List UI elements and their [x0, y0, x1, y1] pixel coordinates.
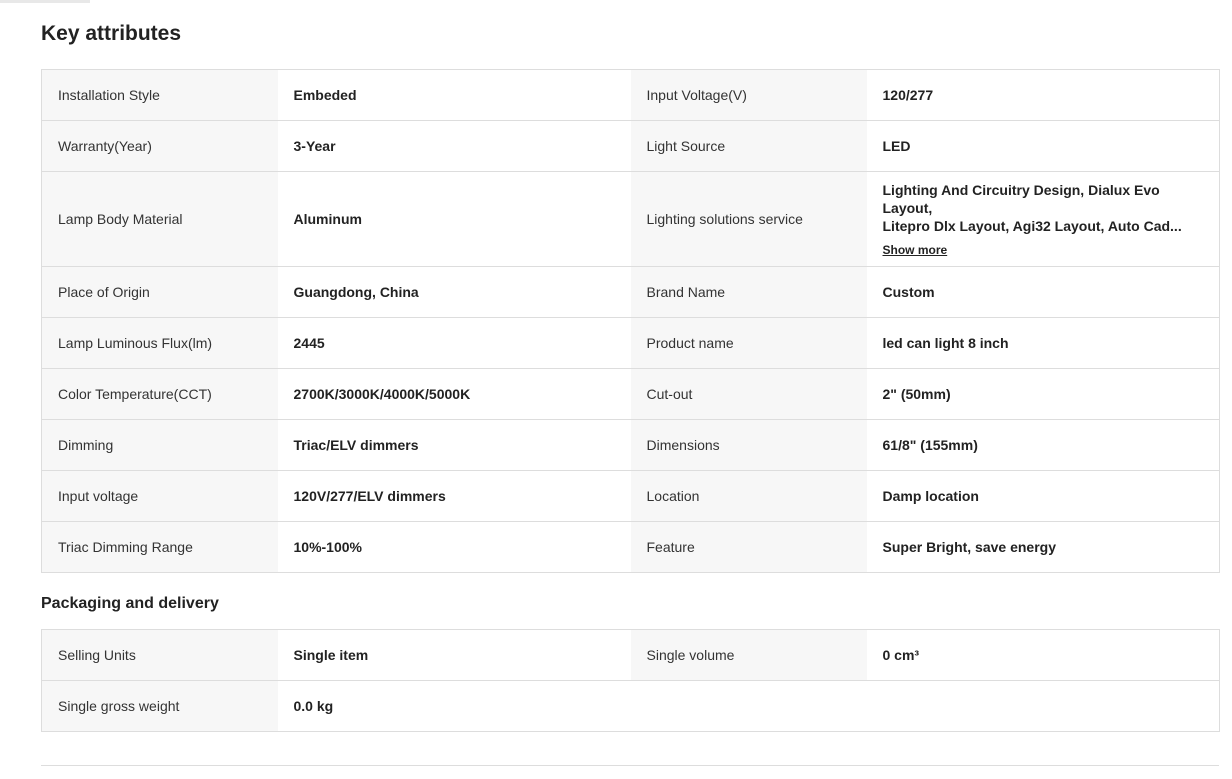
- key-attributes-table: Installation Style Embeded Input Voltage…: [41, 69, 1220, 573]
- attribute-key: Product name: [630, 317, 867, 369]
- attribute-value: 10%-100%: [277, 521, 631, 573]
- attribute-value-line: Litepro Dlx Layout, Agi32 Layout, Auto C…: [882, 218, 1182, 234]
- table-row: Lamp Luminous Flux(lm) 2445 Product name…: [41, 317, 1220, 369]
- attribute-value: Guangdong, China: [277, 266, 631, 318]
- top-divider: [0, 0, 90, 3]
- attribute-key: Feature: [630, 521, 867, 573]
- attribute-value: 120V/277/ELV dimmers: [277, 470, 631, 522]
- attribute-key: Dimming: [41, 419, 278, 471]
- packaging-table: Selling Units Single item Single volume …: [41, 629, 1220, 732]
- table-row: Input voltage 120V/277/ELV dimmers Locat…: [41, 470, 1220, 522]
- table-row: Selling Units Single item Single volume …: [41, 629, 1220, 681]
- attribute-value-line: Lighting And Circuitry Design, Dialux Ev…: [882, 182, 1160, 216]
- empty-cell: [866, 680, 1220, 732]
- attribute-key: Light Source: [630, 120, 867, 172]
- attribute-key: Dimensions: [630, 419, 867, 471]
- attribute-key: Lamp Body Material: [41, 171, 278, 267]
- attribute-value: Super Bright, save energy: [866, 521, 1220, 573]
- table-row: Place of Origin Guangdong, China Brand N…: [41, 266, 1220, 318]
- attribute-key: Cut-out: [630, 368, 867, 420]
- attribute-key: Single gross weight: [41, 680, 278, 732]
- attribute-value: 2" (50mm): [866, 368, 1220, 420]
- attribute-key: Brand Name: [630, 266, 867, 318]
- attribute-value: LED: [866, 120, 1220, 172]
- table-row: Installation Style Embeded Input Voltage…: [41, 69, 1220, 121]
- attribute-key: Lamp Luminous Flux(lm): [41, 317, 278, 369]
- section-title-packaging: Packaging and delivery: [41, 595, 219, 612]
- section-title-key-attributes: Key attributes: [41, 22, 182, 45]
- attribute-value: Single item: [277, 629, 631, 681]
- attribute-key: Installation Style: [41, 69, 278, 121]
- attribute-value: Embeded: [277, 69, 631, 121]
- attribute-key: Triac Dimming Range: [41, 521, 278, 573]
- attribute-value: 3-Year: [277, 120, 631, 172]
- table-row: Lamp Body Material Aluminum Lighting sol…: [41, 171, 1220, 267]
- show-more-link[interactable]: Show more: [883, 243, 948, 257]
- attribute-value: Damp location: [866, 470, 1220, 522]
- attribute-value: Aluminum: [277, 171, 631, 267]
- attribute-key: Selling Units: [41, 629, 278, 681]
- attribute-key: Location: [630, 470, 867, 522]
- table-row: Warranty(Year) 3-Year Light Source LED: [41, 120, 1220, 172]
- attribute-key: Input Voltage(V): [630, 69, 867, 121]
- table-row: Color Temperature(CCT) 2700K/3000K/4000K…: [41, 368, 1220, 420]
- table-row: Dimming Triac/ELV dimmers Dimensions 61/…: [41, 419, 1220, 471]
- attribute-key: Lighting solutions service: [630, 171, 867, 267]
- attribute-value: Triac/ELV dimmers: [277, 419, 631, 471]
- attribute-value-multiline: Lighting And Circuitry Design, Dialux Ev…: [866, 171, 1220, 267]
- attribute-value: Custom: [866, 266, 1220, 318]
- attribute-value: 0.0 kg: [277, 680, 631, 732]
- attribute-value: 120/277: [866, 69, 1220, 121]
- attribute-value: 0 cm³: [866, 629, 1220, 681]
- empty-cell: [630, 680, 867, 732]
- attribute-key: Input voltage: [41, 470, 278, 522]
- attribute-value: 61/8" (155mm): [866, 419, 1220, 471]
- bottom-divider: [41, 765, 1219, 766]
- attribute-value: 2700K/3000K/4000K/5000K: [277, 368, 631, 420]
- attribute-key: Single volume: [630, 629, 867, 681]
- attribute-value: 2445: [277, 317, 631, 369]
- table-row: Triac Dimming Range 10%-100% Feature Sup…: [41, 521, 1220, 573]
- attribute-key: Place of Origin: [41, 266, 278, 318]
- table-row: Single gross weight 0.0 kg: [41, 680, 1220, 732]
- attribute-key: Color Temperature(CCT): [41, 368, 278, 420]
- attribute-value: led can light 8 inch: [866, 317, 1220, 369]
- attribute-key: Warranty(Year): [41, 120, 278, 172]
